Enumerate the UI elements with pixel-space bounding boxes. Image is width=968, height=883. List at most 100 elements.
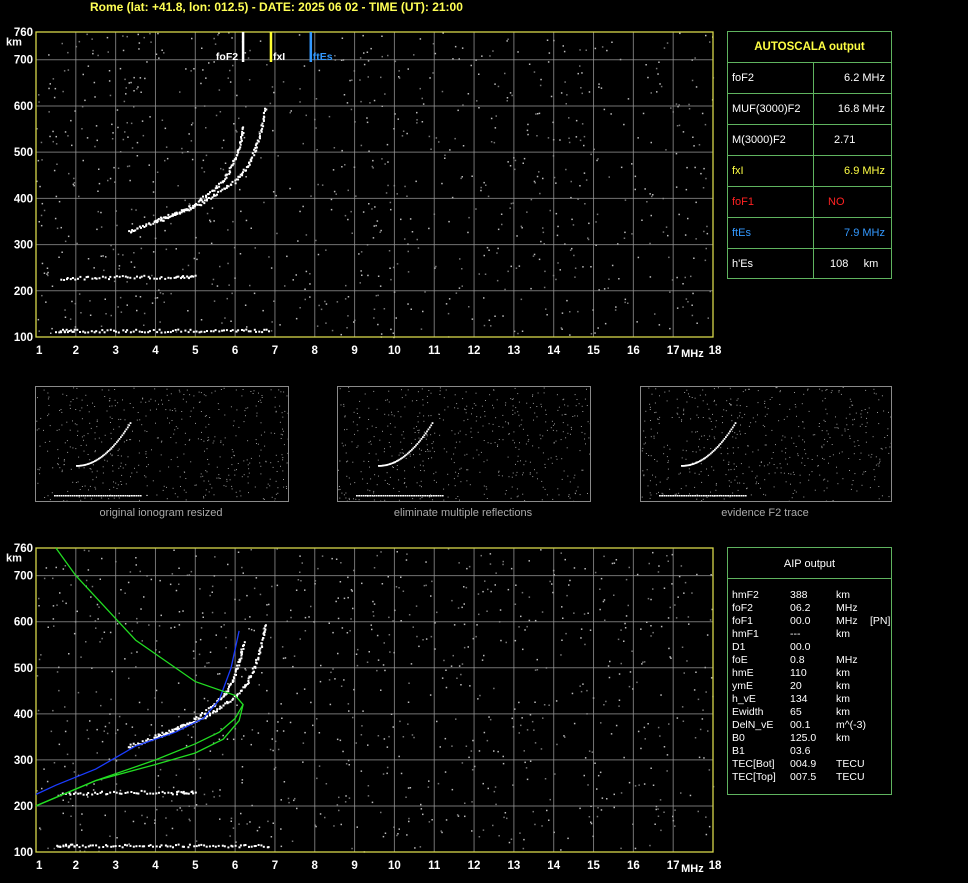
grid [36,548,713,852]
trace-point [230,164,233,167]
trace-point [171,793,174,796]
thumb-trace [113,495,116,497]
trace-point [240,689,243,692]
trace-point [106,329,109,332]
x-tick-label: 6 [232,345,238,357]
trace-point [188,843,191,846]
thumb-trace [419,439,422,442]
thumb-trace [742,495,745,497]
aip-row: foF2 06.2 MHz [732,602,890,615]
thumb-trace [681,495,683,497]
trace-point [211,189,214,192]
trace-point [149,844,152,847]
page-title: Rome (lat: +41.8, lon: 012.5) - DATE: 20… [90,0,463,14]
trace-point [124,792,127,794]
thumb-trace [415,495,418,497]
thumb-trace [89,495,91,497]
trace-point [192,792,195,795]
trace-point [110,845,113,848]
thumb-trace [367,495,369,497]
trace-point [192,330,195,333]
thumb-trace [397,495,400,497]
trace-point [109,275,112,278]
trace-point [238,664,241,667]
trace-point [207,197,210,199]
thumb-trace [672,495,674,497]
thumbnail-caption: original ionogram resized [99,507,223,519]
x-tick-label: 9 [351,860,357,872]
trace-point [82,793,85,796]
trace-point [184,329,187,332]
thumb-trace [687,495,690,497]
trace-point [238,175,241,178]
aip-value: 00.0 [790,641,811,653]
aip-value: 388 [790,589,808,601]
thumb-trace [400,495,402,497]
trace-point [248,845,250,848]
trace-point [181,724,184,727]
trace-point [250,845,253,848]
trace-point [133,277,136,280]
trace-point [207,707,210,710]
x-tick-label: 12 [468,345,481,357]
thumb-trace [98,495,100,497]
trace-point [194,791,197,794]
trace-point [91,793,94,796]
trace-point [140,789,143,792]
thumb-trace [720,495,723,497]
trace-point [216,193,218,196]
thumb-trace [435,495,437,497]
trace-point [256,142,259,145]
autoscala-label: h'Es [732,258,754,270]
trace-point [253,328,256,331]
trace-point [263,328,266,331]
thumb-trace [69,495,72,497]
trace-point [101,790,103,793]
trace-point [262,117,265,120]
trace-point [143,790,146,793]
aip-row: ymE 20 km [732,680,890,693]
thumbnail-eliminate-multiple [337,386,591,502]
trace-point [59,846,62,848]
thumb-trace [56,495,58,497]
aip-key: foF2 [732,602,754,614]
trace-point [117,331,120,334]
y-tick-label: 300 [14,240,33,252]
aip-key: Ewidth [732,706,764,718]
trace-point [240,657,243,660]
trace-point [247,681,250,684]
thumb-trace [439,495,442,497]
trace-point [87,792,90,794]
trace-point [71,843,74,846]
thumb-trace [91,495,94,497]
trace-point [62,845,65,848]
aip-row: hmF2 388 km [732,589,890,602]
trace-point [78,846,81,849]
x-tick-label: 11 [428,860,441,872]
thumb-trace [683,495,685,497]
thumb-trace [422,495,424,497]
trace-point [222,704,225,707]
trace-point [232,697,235,700]
x-tick-label: 14 [547,345,560,357]
trace-point [132,330,135,333]
trace-point [248,163,251,166]
thumb-trace [125,428,128,431]
trace-point [244,844,247,846]
trace-point [265,328,268,331]
trace-point [242,329,245,332]
trace-point [113,329,115,332]
trace-point [124,843,126,846]
trace-point [112,845,115,848]
x-tick-label: 5 [192,345,199,357]
trace-point [229,682,232,685]
x-tick-label: 16 [627,345,640,357]
trace-point [203,844,206,847]
trace-point [77,277,79,280]
trace-point [169,731,172,734]
trace-point [104,276,107,279]
thumb-trace [729,430,731,433]
aip-key: hmF2 [732,589,759,601]
trace-point [164,217,167,220]
trace-point [225,176,228,179]
